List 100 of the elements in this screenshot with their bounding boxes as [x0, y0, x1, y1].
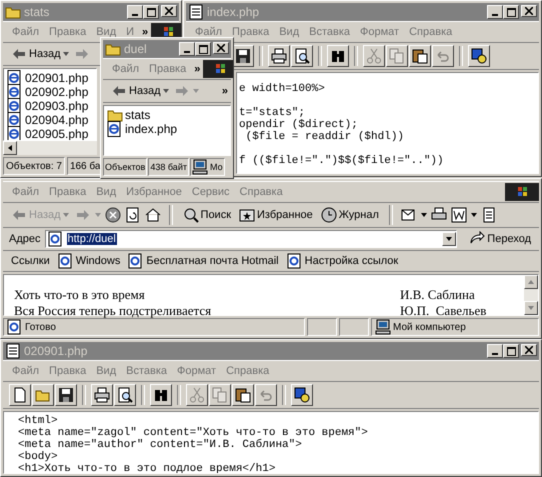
file-name[interactable]: 020902.php [25, 85, 88, 99]
maximize-icon [198, 44, 208, 54]
code-line: <h1>Хоть что-то в это подлое время</h1> [18, 463, 276, 473]
menu-item[interactable]: Вставка [304, 26, 356, 38]
dropdown-button[interactable] [442, 232, 456, 246]
link-button[interactable]: Бесплатная почта Hotmail [128, 253, 279, 269]
file-name[interactable]: stats [125, 108, 150, 122]
file-name[interactable]: 020903.php [25, 99, 88, 113]
home-icon[interactable] [144, 207, 161, 223]
link-button[interactable]: Настройка ссылок [286, 253, 398, 269]
magnifier-page-icon [294, 48, 310, 64]
new-button[interactable] [9, 384, 31, 406]
menu-item[interactable]: Файл [7, 365, 44, 377]
find-button[interactable] [327, 45, 349, 67]
menu-item[interactable]: Файл [190, 26, 228, 38]
maximize-button[interactable] [143, 5, 159, 19]
minimize-button[interactable] [179, 42, 195, 56]
page-icon[interactable] [480, 207, 497, 223]
left-arrow-icon [8, 145, 12, 151]
close-button[interactable] [213, 42, 229, 54]
code-line: <html> [18, 415, 58, 427]
close-icon [165, 7, 173, 15]
menu-item[interactable]: Правка [44, 186, 92, 198]
open-button[interactable] [32, 384, 54, 406]
address-field[interactable]: http://duel [44, 230, 458, 248]
caret-icon[interactable] [470, 213, 477, 217]
caret-icon [62, 213, 69, 217]
menu-item[interactable]: Вид [91, 26, 122, 38]
menu-item[interactable]: И [121, 26, 140, 38]
menu-item[interactable]: Формат [172, 365, 222, 377]
link-button[interactable]: Windows [58, 253, 120, 269]
menu-item[interactable]: Правка [144, 63, 192, 75]
menu-item[interactable]: Файл [7, 26, 44, 38]
special-button[interactable] [468, 45, 490, 67]
minimize-button[interactable] [487, 5, 503, 19]
close-icon [525, 7, 533, 15]
menu-item[interactable]: Формат [355, 26, 404, 38]
close-button[interactable] [521, 5, 537, 17]
stop-icon[interactable] [104, 207, 121, 223]
menu-item[interactable]: Избранное [121, 186, 187, 198]
minimize-button[interactable] [127, 5, 143, 19]
back-button[interactable]: Назад [109, 83, 171, 99]
binoculars-icon [153, 387, 169, 403]
status-panel [307, 318, 337, 336]
menu-item[interactable]: Правка [227, 26, 274, 38]
menu-item[interactable]: Вид [91, 365, 122, 377]
caret-icon [162, 89, 169, 93]
menu-item[interactable]: Вставка [121, 365, 172, 377]
preview-button[interactable] [114, 384, 136, 406]
minimize-button[interactable] [487, 344, 503, 358]
menu-item[interactable]: Вид [274, 26, 304, 38]
save-button[interactable] [232, 45, 254, 67]
menu-item[interactable]: Справка [404, 26, 458, 38]
star-folder-icon [239, 207, 256, 223]
print-button[interactable] [268, 45, 290, 67]
maximize-button[interactable] [195, 42, 211, 56]
save-button[interactable] [55, 384, 77, 406]
menu-item[interactable]: Файл [7, 186, 44, 198]
menu-item[interactable]: Сервис [186, 186, 235, 198]
status-panel: Мо [190, 158, 225, 176]
maximize-button[interactable] [503, 5, 519, 19]
menu-item[interactable]: Справка [221, 365, 274, 377]
find-button[interactable] [150, 384, 172, 406]
special-button[interactable] [291, 384, 313, 406]
menu-item[interactable]: Файл [107, 63, 144, 75]
paste-button[interactable] [409, 45, 431, 67]
file-name[interactable]: 020904.php [25, 113, 88, 127]
print-button[interactable] [91, 384, 113, 406]
paste-button[interactable] [232, 384, 254, 406]
preview-button[interactable] [291, 45, 313, 67]
more-chevron[interactable]: » [191, 63, 204, 75]
caret-icon[interactable] [420, 213, 427, 217]
status-panel: Готово [3, 318, 305, 336]
back-button[interactable]: Назад [9, 46, 71, 62]
favorites-button[interactable]: Избранное [237, 207, 315, 223]
menu-item[interactable]: Вид [91, 186, 122, 198]
file-name[interactable]: 020901.php [25, 71, 88, 85]
vertical-scrollbar[interactable] [524, 275, 538, 315]
close-button[interactable] [521, 344, 537, 356]
more-chevron[interactable]: » [139, 26, 152, 38]
history-button[interactable]: Журнал [318, 207, 381, 223]
go-button[interactable]: Переход [461, 231, 539, 247]
search-button[interactable]: Поиск [180, 207, 234, 223]
menu-item[interactable]: Правка [44, 26, 92, 38]
verse-line: Вся Россия теперь подстреливается [14, 303, 212, 319]
horizontal-scrollbar[interactable] [3, 141, 97, 155]
mail-icon[interactable] [400, 207, 417, 223]
code-editor-pane[interactable]: e width=100%> t="stats"; opendir ($direct); ($file = readdir ($hdl)) f (($file!=".")$$($file!="..")) [236, 72, 539, 174]
menu-item[interactable]: Справка [234, 186, 288, 198]
menu-item[interactable]: Правка [44, 365, 92, 377]
window-title: stats [24, 5, 50, 19]
refresh-icon[interactable] [124, 207, 141, 223]
status-panel: 438 байт [148, 158, 189, 176]
file-name[interactable]: index.php [125, 122, 178, 136]
close-icon [525, 346, 533, 354]
code-editor-pane[interactable]: <html> <meta name="zagol" content="Хоть что-то в это время"> <meta name="author" content="И.В. Саблина"> <body> <h1>Хоть что-то в это подлое время</h1> [3, 411, 539, 474]
close-button[interactable] [161, 5, 177, 17]
more-chevron[interactable]: » [218, 85, 231, 97]
maximize-button[interactable] [503, 344, 519, 358]
edit-page-icon[interactable] [450, 207, 467, 223]
